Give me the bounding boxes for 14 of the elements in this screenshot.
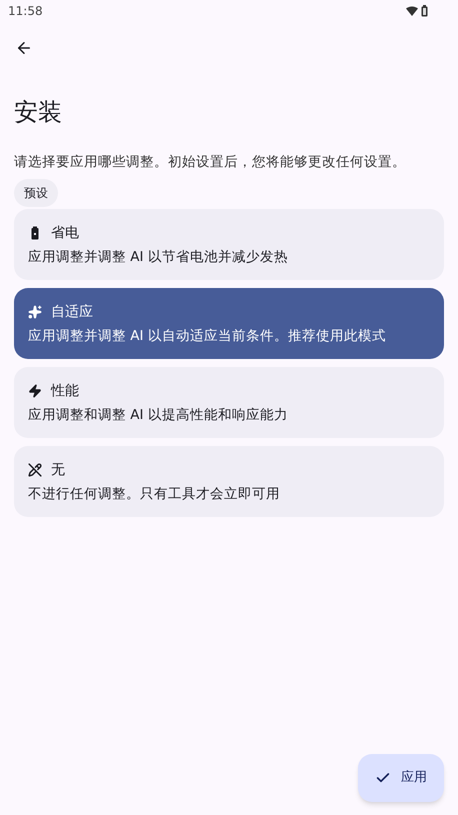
option-card[interactable]: 性能 应用调整和调整 AI 以提高性能和响应能力 <box>14 367 444 438</box>
page-title: 安装 <box>13 97 63 128</box>
status-time: 11:58 <box>8 3 43 20</box>
apply-button[interactable]: 应用 <box>358 754 444 802</box>
option-card[interactable]: 自适应 应用调整并调整 AI 以自动适应当前条件。推荐使用此模式 <box>14 288 444 359</box>
wifi-icon <box>406 6 418 16</box>
preset-chip: 预设 <box>14 179 58 207</box>
description-text: 请选择要应用哪些调整。初始设置后，您将能够更改任何设置。 <box>13 153 407 172</box>
option-card[interactable]: 无 不进行任何调整。只有工具才会立即可用 <box>14 446 444 517</box>
lightning-bolt-icon <box>28 384 42 398</box>
battery-status-icon <box>421 5 428 17</box>
sparkles-icon <box>28 304 42 318</box>
crossed-pencil-icon <box>28 462 42 476</box>
option-card[interactable]: 省电 应用调整并调整 AI 以节省电池并减少发热 <box>14 209 444 280</box>
